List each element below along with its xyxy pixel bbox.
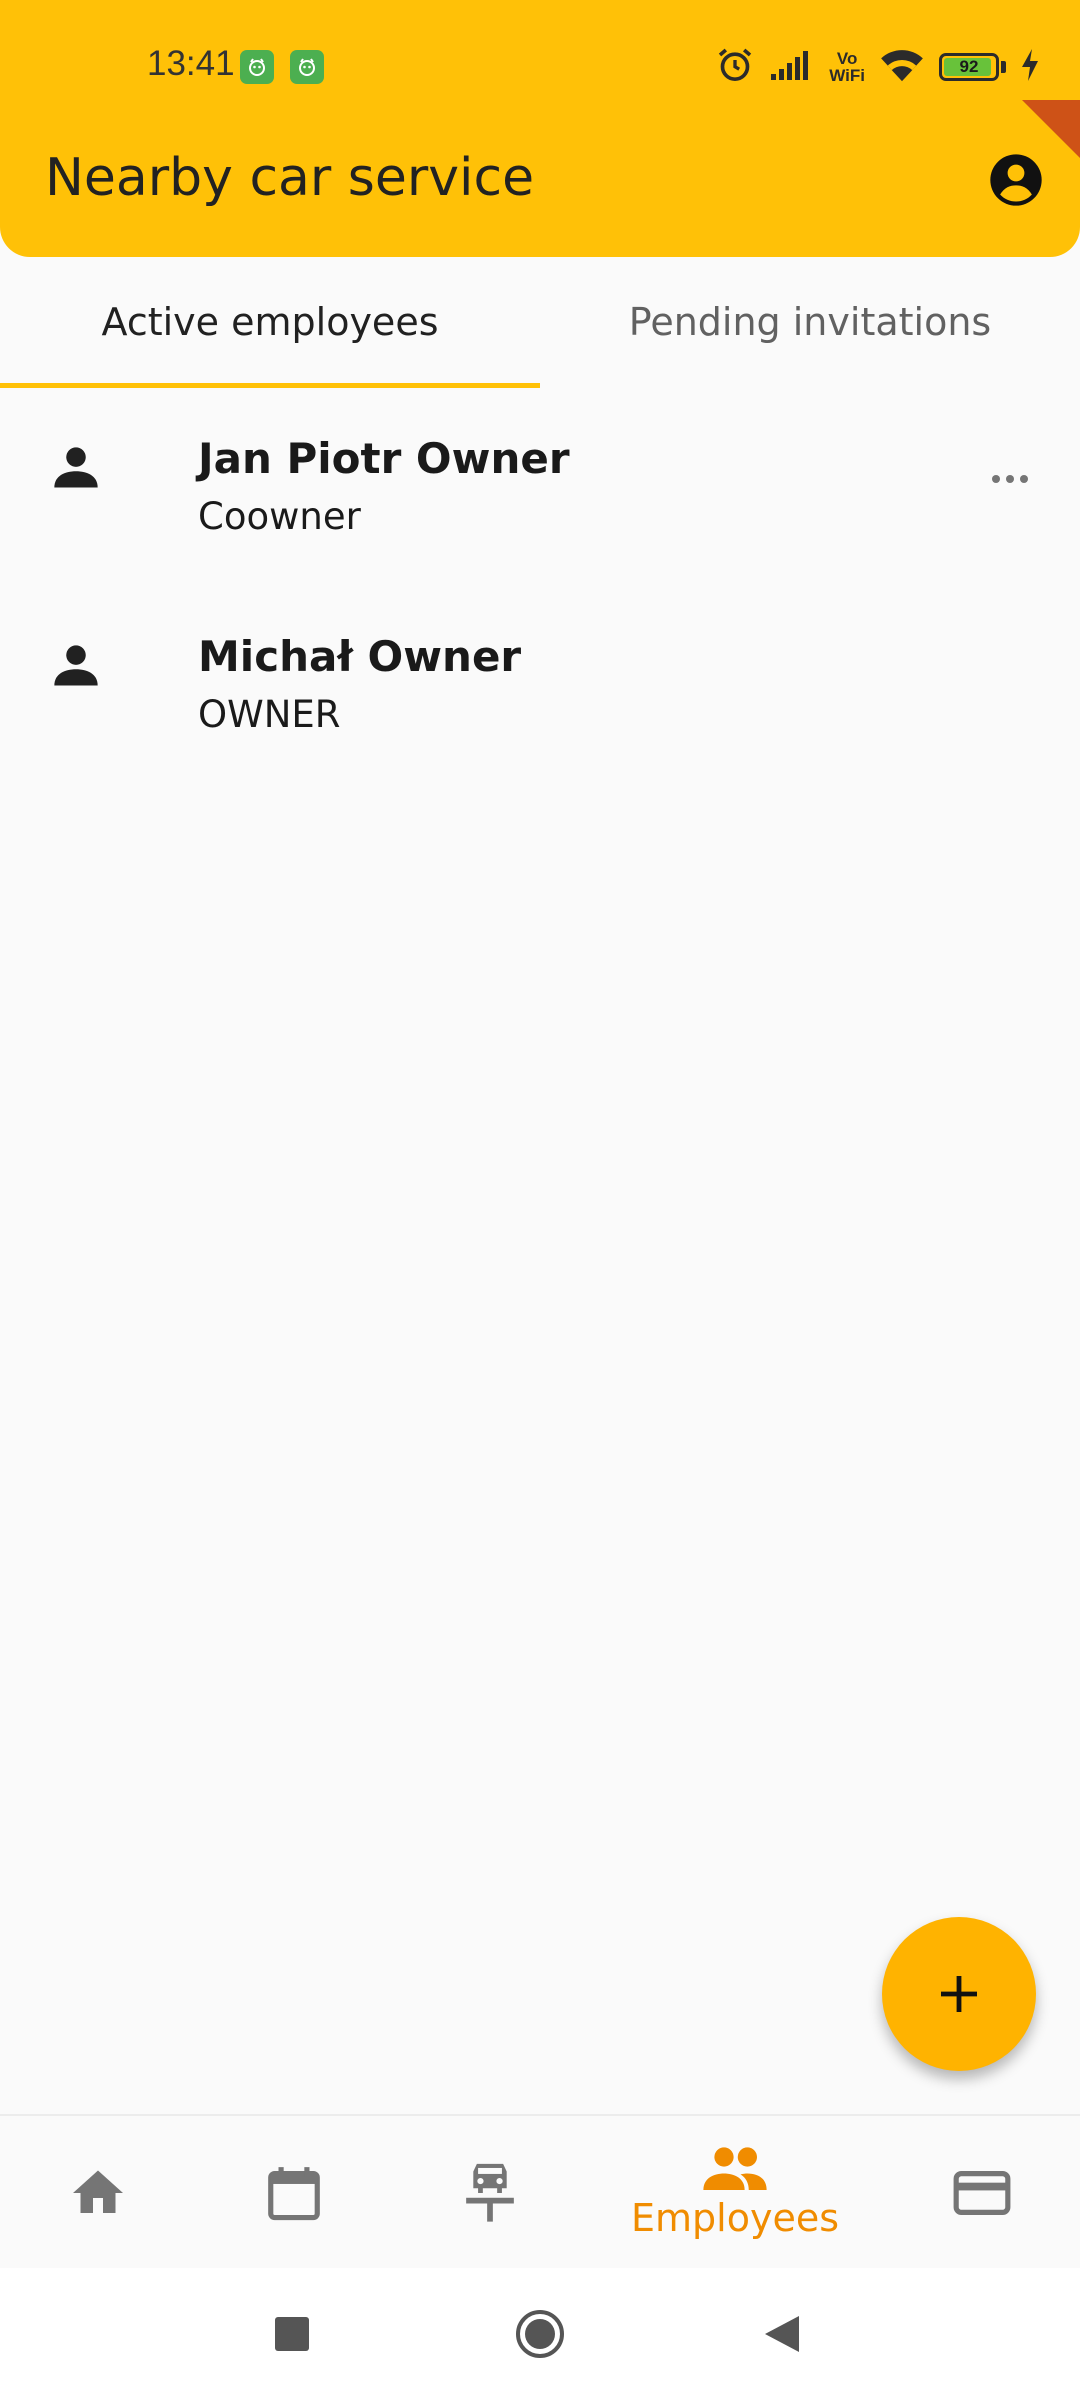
employee-role: Coowner (198, 495, 361, 538)
battery-icon: 92 (939, 53, 999, 81)
charging-icon (1020, 49, 1040, 85)
vowifi-icon: Vo WiFi (829, 49, 865, 85)
nav-car-service[interactable] (440, 2116, 540, 2270)
car-service-icon (466, 2163, 514, 2222)
add-employee-button[interactable] (882, 1917, 1036, 2071)
employee-role: OWNER (198, 693, 341, 736)
employee-name: Michał Owner (198, 632, 522, 681)
person-icon (54, 447, 98, 488)
tab-pending-invitations[interactable]: Pending invitations (540, 257, 1080, 387)
system-navigation-bar (0, 2268, 1080, 2400)
tab-indicator (0, 383, 540, 388)
nav-home[interactable] (48, 2116, 148, 2270)
tab-active-employees[interactable]: Active employees (0, 257, 540, 387)
account-circle-icon (990, 154, 1042, 206)
list-item[interactable]: Jan Piotr Owner Coowner (0, 400, 1080, 598)
circle-icon (516, 2310, 564, 2358)
app-notification-icon (240, 50, 274, 84)
add-icon (941, 1976, 977, 2012)
square-icon (275, 2317, 309, 2351)
home-system-button[interactable] (480, 2268, 600, 2400)
calendar-icon (268, 2167, 320, 2221)
nav-billing[interactable] (932, 2116, 1032, 2270)
signal-icon (769, 48, 815, 86)
tab-bar: Active employees Pending invitations (0, 257, 1080, 391)
back-button[interactable] (722, 2268, 842, 2400)
employee-list: Jan Piotr Owner Coowner Michał Owner OWN… (0, 400, 1080, 796)
app-header: 13:41 Vo WiFi 92 Nearby car service (0, 0, 1080, 257)
credit-card-icon (953, 2171, 1011, 2215)
recent-apps-button[interactable] (232, 2268, 352, 2400)
bottom-navigation: Employees (0, 2114, 1080, 2270)
wifi-icon (879, 47, 925, 87)
more-options-button[interactable] (980, 464, 1040, 494)
account-button[interactable] (988, 152, 1044, 208)
battery-level: 92 (959, 57, 979, 76)
nav-employees-label: Employees (631, 2196, 839, 2240)
nav-calendar[interactable] (244, 2116, 344, 2270)
app-notification-icon (290, 50, 324, 84)
back-triangle-icon (765, 2316, 799, 2352)
page-title: Nearby car service (45, 148, 535, 208)
employee-name: Jan Piotr Owner (198, 434, 570, 483)
list-item[interactable]: Michał Owner OWNER (0, 598, 1080, 796)
battery-tip (1001, 61, 1006, 73)
people-icon (703, 2147, 767, 2190)
alarm-icon (715, 45, 755, 89)
home-icon (73, 2170, 123, 2213)
more-horiz-icon (992, 475, 1028, 483)
status-bar: 13:41 Vo WiFi 92 (0, 0, 1080, 130)
app-root: 13:41 Vo WiFi 92 Nearby car service Acti… (0, 0, 1080, 2400)
status-time: 13:41 (147, 44, 235, 83)
status-icons: Vo WiFi 92 (715, 46, 1040, 88)
person-icon (54, 645, 98, 686)
nav-employees[interactable]: Employees (600, 2116, 870, 2270)
